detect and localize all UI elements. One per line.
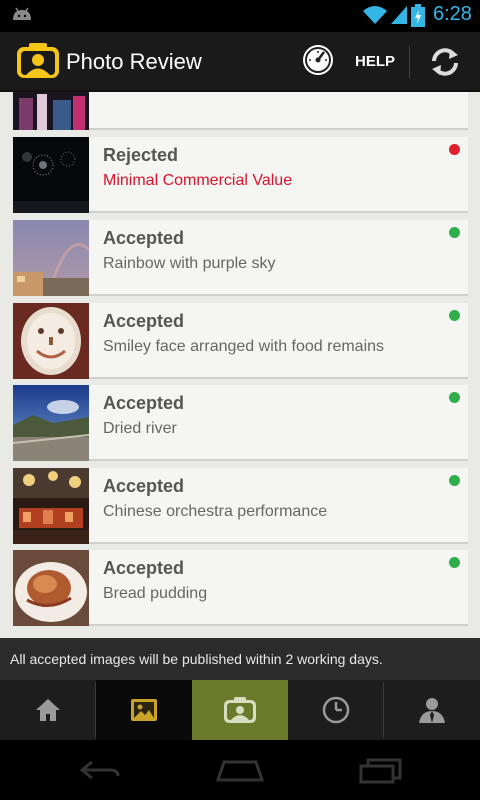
- tab-home[interactable]: [0, 680, 96, 740]
- photo-thumbnail: [13, 550, 89, 626]
- photo-description: Smiley face arranged with food remains: [103, 338, 385, 355]
- tab-profile[interactable]: [384, 680, 480, 740]
- photo-thumbnail: [13, 468, 89, 544]
- list-item[interactable]: Accepted Dried river: [13, 385, 468, 461]
- clock-time: 6:28: [433, 3, 472, 25]
- review-status: Accepted: [103, 476, 185, 496]
- photo-description: Bread pudding: [103, 585, 208, 602]
- photo-thumbnail: [13, 385, 89, 461]
- review-status: Accepted: [103, 393, 185, 413]
- photo-thumbnail: [13, 137, 89, 213]
- photo-description: Rainbow with purple sky: [103, 255, 276, 272]
- history-icon: [322, 696, 350, 724]
- recent-apps-icon[interactable]: [358, 758, 404, 784]
- photo-thumbnail: [13, 220, 89, 296]
- list-item[interactable]: Rejected Minimal Commercial Value: [13, 137, 468, 213]
- review-status: Accepted: [103, 558, 185, 578]
- refresh-icon[interactable]: [428, 45, 462, 79]
- photo-thumbnail: [13, 92, 89, 130]
- app-logo-icon[interactable]: [16, 42, 60, 80]
- photo-description: Minimal Commercial Value: [103, 172, 293, 189]
- battery-icon: [411, 4, 425, 27]
- status-dot: [449, 475, 460, 486]
- photo-list[interactable]: Rejected Minimal Commercial Value Accept…: [0, 92, 480, 638]
- android-icon: [13, 7, 31, 20]
- review-status: Rejected: [103, 145, 179, 165]
- tab-photo-review[interactable]: [192, 680, 288, 740]
- wifi-icon: [363, 6, 387, 24]
- home-nav-icon[interactable]: [216, 758, 264, 782]
- photo-description: Dried river: [103, 420, 177, 437]
- bottom-tab-bar: [0, 680, 480, 740]
- back-icon[interactable]: [78, 758, 122, 782]
- status-dot: [449, 392, 460, 403]
- photo-thumbnail: [13, 303, 89, 379]
- status-dot: [449, 557, 460, 568]
- review-status: Accepted: [103, 228, 185, 248]
- info-bar: All accepted images will be published wi…: [0, 638, 480, 680]
- tab-history[interactable]: [288, 680, 384, 740]
- list-item[interactable]: Accepted Rainbow with purple sky: [13, 220, 468, 296]
- app-bar: Photo Review HELP: [0, 32, 480, 92]
- list-item[interactable]: Accepted Smiley face arranged with food …: [13, 303, 468, 379]
- photo-review-icon: [224, 697, 256, 723]
- profile-icon: [419, 698, 445, 723]
- status-dot: [449, 144, 460, 155]
- signal-icon: [391, 6, 407, 24]
- review-status: Accepted: [103, 311, 185, 331]
- speedometer-icon[interactable]: [301, 43, 335, 77]
- gallery-icon: [131, 699, 157, 721]
- status-dot: [449, 227, 460, 238]
- home-icon: [36, 699, 60, 721]
- status-bar: 6:28: [0, 0, 480, 32]
- list-item[interactable]: [13, 92, 468, 130]
- tab-gallery[interactable]: [96, 680, 192, 740]
- photo-description: Chinese orchestra performance: [103, 503, 328, 520]
- system-nav-bar: [0, 740, 480, 800]
- status-dot: [449, 310, 460, 321]
- list-item[interactable]: Accepted Bread pudding: [13, 550, 468, 626]
- app-title: Photo Review: [66, 49, 202, 74]
- action-divider: [409, 46, 410, 78]
- list-item[interactable]: Accepted Chinese orchestra performance: [13, 468, 468, 544]
- info-message: All accepted images will be published wi…: [10, 651, 383, 667]
- help-button[interactable]: HELP: [355, 53, 395, 70]
